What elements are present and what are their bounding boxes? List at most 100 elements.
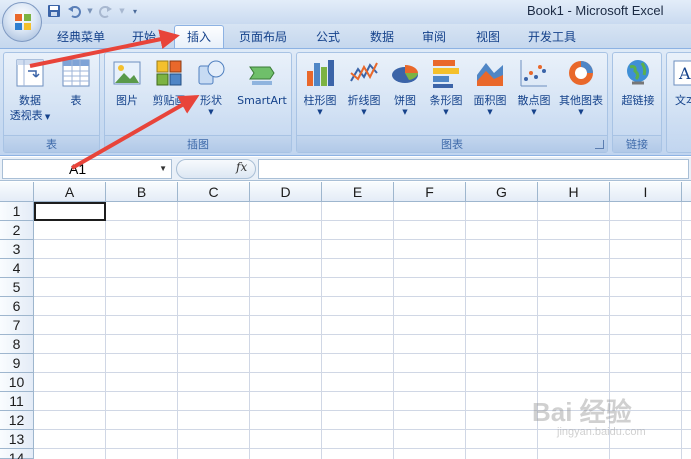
tab-formulas[interactable]: 公式 xyxy=(306,27,350,48)
tab-insert[interactable]: 插入 xyxy=(174,25,224,48)
column-header-partial xyxy=(682,182,691,202)
shapes-label: 形状 xyxy=(200,94,222,107)
column-header[interactable]: A xyxy=(34,182,106,202)
insert-function-icon[interactable]: fx xyxy=(236,160,247,174)
picture-button[interactable]: 图片 xyxy=(109,57,145,108)
watermark-url: jingyan.baidu.com xyxy=(557,426,646,438)
row-header[interactable]: 2 xyxy=(0,221,34,240)
save-icon[interactable] xyxy=(46,3,62,19)
column-header[interactable]: F xyxy=(394,182,466,202)
row-header[interactable]: 6 xyxy=(0,297,34,316)
tab-view[interactable]: 视图 xyxy=(466,27,510,48)
row-header[interactable]: 4 xyxy=(0,259,34,278)
grid-line xyxy=(34,258,691,259)
redo-dropdown-icon[interactable]: ▼ xyxy=(118,3,126,19)
row-header[interactable]: 12 xyxy=(0,411,34,430)
area-chart-button[interactable]: 面积图 ▼ xyxy=(469,57,511,117)
column-header[interactable]: I xyxy=(610,182,682,202)
row-header[interactable]: 5 xyxy=(0,278,34,297)
column-chart-icon xyxy=(307,60,334,86)
shapes-button[interactable]: 形状 ▼ xyxy=(191,57,231,117)
grid-line xyxy=(321,202,322,459)
bar-chart-icon xyxy=(433,60,459,88)
undo-icon[interactable] xyxy=(66,3,82,19)
smartart-label: SmartArt xyxy=(237,94,287,107)
group-table-label: 表 xyxy=(4,135,99,152)
customize-qat-icon[interactable]: ▾ xyxy=(130,3,140,19)
column-chart-label: 柱形图 xyxy=(303,94,337,107)
smartart-button[interactable]: SmartArt xyxy=(233,57,291,108)
area-chart-icon xyxy=(477,63,503,86)
table-icon xyxy=(62,59,90,87)
table-button[interactable]: 表 xyxy=(56,57,96,108)
selected-cell-a1[interactable] xyxy=(34,202,106,221)
watermark-logo: Bai 经验 xyxy=(532,397,632,427)
column-header[interactable]: E xyxy=(322,182,394,202)
column-header[interactable]: B xyxy=(106,182,178,202)
ribbon: 数据 透视表 ▼ 表 表 图片 剪贴画 形状 ▼ SmartArt 插图 柱形图… xyxy=(0,48,691,156)
hyperlink-icon xyxy=(627,60,649,85)
scatter-chart-label: 散点图 xyxy=(517,94,551,107)
column-chart-button[interactable]: 柱形图 ▼ xyxy=(299,57,341,117)
column-header[interactable]: D xyxy=(250,182,322,202)
row-header[interactable]: 8 xyxy=(0,335,34,354)
hyperlink-button[interactable]: 超链接 xyxy=(615,57,661,108)
svg-text:A: A xyxy=(678,64,691,83)
hyperlink-label: 超链接 xyxy=(621,94,655,107)
select-all-corner[interactable] xyxy=(0,182,34,202)
group-illustrations-label: 插图 xyxy=(105,135,291,152)
scatter-chart-button[interactable]: 散点图 ▼ xyxy=(513,57,555,117)
undo-dropdown-icon[interactable]: ▼ xyxy=(86,3,94,19)
pie-chart-label: 饼图 xyxy=(394,94,416,107)
pivot-line2: 透视表 xyxy=(9,109,43,122)
charts-dialog-launcher-icon[interactable] xyxy=(595,140,604,149)
office-button[interactable] xyxy=(2,2,42,42)
formula-input[interactable] xyxy=(258,159,689,179)
name-box-dropdown-icon[interactable]: ▼ xyxy=(159,160,167,178)
clipart-label: 剪贴画 xyxy=(152,94,186,107)
name-box[interactable]: A1 ▼ xyxy=(2,159,172,179)
column-header[interactable]: H xyxy=(538,182,610,202)
group-charts: 柱形图 ▼ 折线图 ▼ 饼图 ▼ 条形图 ▼ 面积图 ▼ 散点图 ▼ 其他图表 … xyxy=(296,52,608,153)
row-header[interactable]: 11 xyxy=(0,392,34,411)
pivot-table-icon xyxy=(16,59,44,87)
line-chart-button[interactable]: 折线图 ▼ xyxy=(343,57,385,117)
redo-icon[interactable] xyxy=(98,3,114,19)
tab-classic-menu[interactable]: 经典菜单 xyxy=(50,27,112,48)
pivot-table-button[interactable]: 数据 透视表 ▼ xyxy=(6,57,54,125)
row-header[interactable]: 9 xyxy=(0,354,34,373)
pie-chart-button[interactable]: 饼图 ▼ xyxy=(387,57,423,117)
group-links: 超链接 链接 xyxy=(612,52,662,153)
area-chart-label: 面积图 xyxy=(473,94,507,107)
window-title: Book1 - Microsoft Excel xyxy=(527,3,664,18)
row-header[interactable]: 14 xyxy=(0,449,34,459)
tab-review[interactable]: 审阅 xyxy=(412,27,456,48)
tab-data[interactable]: 数据 xyxy=(360,27,404,48)
table-label: 表 xyxy=(70,94,82,107)
row-header[interactable]: 10 xyxy=(0,373,34,392)
group-charts-label: 图表 xyxy=(297,135,607,152)
grid-line xyxy=(34,296,691,297)
text-box-button[interactable]: A 文本 xyxy=(669,57,691,108)
grid-line xyxy=(34,448,691,449)
other-charts-button[interactable]: 其他图表 ▼ xyxy=(555,57,607,117)
tab-page-layout[interactable]: 页面布局 xyxy=(232,27,294,48)
row-header[interactable]: 1 xyxy=(0,202,34,221)
group-illustrations: 图片 剪贴画 形状 ▼ SmartArt 插图 xyxy=(104,52,292,153)
bar-chart-button[interactable]: 条形图 ▼ xyxy=(425,57,467,117)
clipart-button[interactable]: 剪贴画 xyxy=(149,57,189,108)
picture-label: 图片 xyxy=(116,94,138,107)
row-header[interactable]: 3 xyxy=(0,240,34,259)
title-bar: ▼ ▼ ▾ Book1 - Microsoft Excel xyxy=(0,0,691,24)
column-header[interactable]: G xyxy=(466,182,538,202)
excel-window: ▼ ▼ ▾ Book1 - Microsoft Excel 经典菜单 开始 插入… xyxy=(0,0,691,459)
column-header[interactable]: C xyxy=(178,182,250,202)
grid-line xyxy=(105,202,106,459)
row-header[interactable]: 13 xyxy=(0,430,34,449)
grid-line xyxy=(34,353,691,354)
tab-developer[interactable]: 开发工具 xyxy=(520,27,584,48)
grid-line xyxy=(34,277,691,278)
grid-line xyxy=(34,372,691,373)
tab-home[interactable]: 开始 xyxy=(124,27,164,48)
row-header[interactable]: 7 xyxy=(0,316,34,335)
